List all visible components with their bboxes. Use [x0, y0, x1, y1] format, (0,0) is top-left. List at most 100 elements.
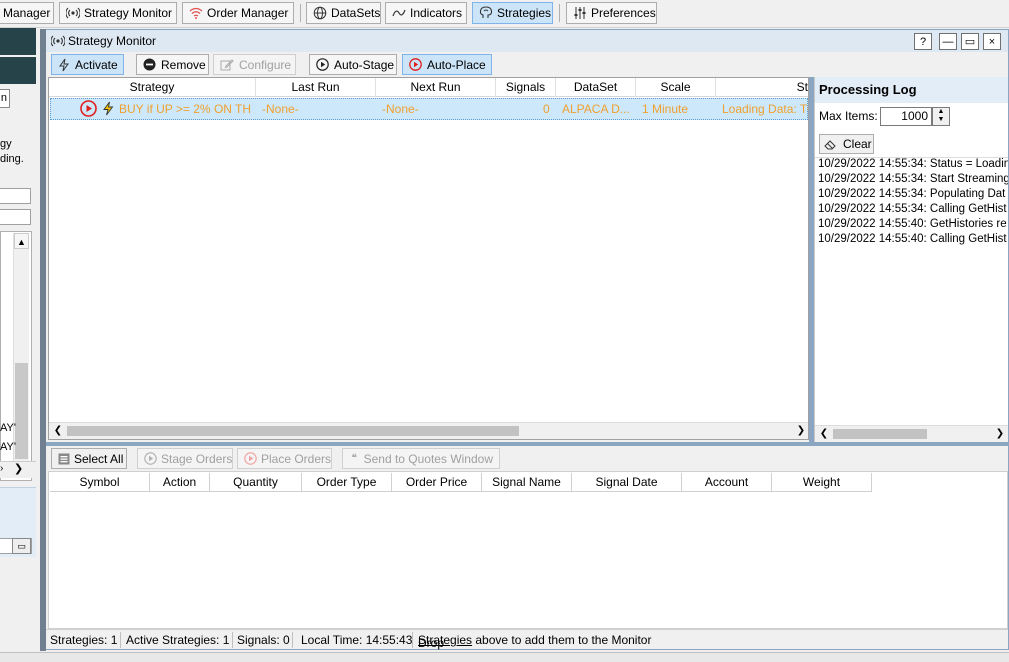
- orders-grid[interactable]: Symbol Action Quantity Order Type Order …: [48, 471, 1008, 629]
- strategy-grid[interactable]: Strategy Last Run Next Run Signals DataS…: [48, 77, 809, 440]
- sliders-icon: [573, 6, 587, 20]
- scroll-thumb[interactable]: [67, 426, 519, 436]
- select-all-icon: [58, 452, 70, 466]
- chevron-left-icon[interactable]: ❮: [50, 423, 66, 439]
- horizontal-splitter[interactable]: [46, 442, 1008, 446]
- brain-icon: [479, 6, 493, 20]
- wifi-icon: [189, 6, 203, 20]
- chevron-right-icon[interactable]: ❯: [793, 423, 808, 439]
- background-header: [0, 28, 36, 55]
- background-text: ding.: [0, 153, 24, 165]
- toolbar-separator: [300, 4, 301, 22]
- background-list-item: AY': [0, 422, 16, 434]
- window-titlebar[interactable]: Strategy Monitor: [46, 30, 1008, 52]
- toolbar-separator: [559, 4, 560, 22]
- help-button[interactable]: ?: [914, 33, 932, 50]
- column-header-quantity[interactable]: Quantity: [210, 473, 302, 492]
- auto-place-button[interactable]: Auto-Place: [402, 54, 492, 75]
- datasets-button[interactable]: DataSets: [306, 2, 381, 24]
- column-header-signal-date[interactable]: Signal Date: [572, 473, 682, 492]
- manager-label: Manager: [3, 6, 51, 20]
- processing-log-list[interactable]: 10/29/2022 14:55:34: Status = Loadin 10/…: [815, 157, 1008, 422]
- broadcast-icon: [66, 6, 80, 20]
- column-header-next-run[interactable]: Next Run: [376, 78, 496, 97]
- max-items-input[interactable]: 1000: [880, 107, 932, 126]
- background-small-button[interactable]: ▭: [12, 538, 31, 554]
- chevron-right-icon[interactable]: ❯: [992, 426, 1008, 442]
- status-active-strategies: Active Strategies: 1: [126, 633, 230, 647]
- remove-label: Remove: [161, 57, 206, 72]
- background-input[interactable]: [0, 209, 31, 225]
- configure-label: Configure: [239, 57, 292, 72]
- activate-label: Activate: [75, 57, 118, 72]
- strategy-monitor-window: Strategy Monitor ? — ▭ × Activate Remove…: [40, 29, 1009, 651]
- column-header-order-type[interactable]: Order Type: [302, 473, 392, 492]
- background-hscroll[interactable]: › ❯: [0, 461, 36, 478]
- processing-log-hscroll[interactable]: ❮ ❯: [815, 425, 1008, 442]
- background-window: n gy ding. ▲ AY' AY' › ❯ ▭: [0, 28, 36, 662]
- place-orders-button[interactable]: Place Orders: [237, 448, 332, 469]
- preferences-label: Preferences: [591, 6, 656, 20]
- remove-button[interactable]: Remove: [136, 54, 209, 75]
- background-button[interactable]: n: [0, 89, 10, 108]
- column-header-signal-name[interactable]: Signal Name: [482, 473, 572, 492]
- order-manager-label: Order Manager: [207, 6, 289, 20]
- datasets-label: DataSets: [331, 6, 381, 20]
- select-all-button[interactable]: Select All: [51, 448, 127, 469]
- minimize-button[interactable]: —: [939, 33, 957, 50]
- clear-label: Clear: [843, 137, 872, 151]
- strategy-monitor-button[interactable]: Strategy Monitor: [59, 2, 177, 24]
- column-header-status[interactable]: St: [716, 78, 808, 97]
- activate-button[interactable]: Activate: [51, 54, 124, 75]
- send-to-quotes-button[interactable]: ❝ Send to Quotes Window: [342, 448, 500, 469]
- status-strategies: Strategies: 1: [50, 633, 118, 647]
- table-row[interactable]: BUY if UP >= 2% ON THE -None- -None- 0 A…: [50, 98, 808, 120]
- max-items-spinner[interactable]: ▲ ▼: [932, 107, 950, 126]
- scale-cell: 1 Minute: [642, 102, 689, 116]
- column-header-weight[interactable]: Weight: [772, 473, 872, 492]
- column-header-strategy[interactable]: Strategy: [49, 78, 256, 97]
- column-header-dataset[interactable]: DataSet: [556, 78, 636, 97]
- column-header-action[interactable]: Action: [150, 473, 210, 492]
- configure-button[interactable]: Configure: [213, 54, 296, 75]
- column-header-signals[interactable]: Signals: [496, 78, 556, 97]
- background-input[interactable]: [0, 188, 31, 204]
- strategy-monitor-label: Strategy Monitor: [84, 6, 173, 20]
- record-play-icon[interactable]: [80, 100, 97, 120]
- column-header-account[interactable]: Account: [682, 473, 772, 492]
- chevron-right-icon[interactable]: ❯: [14, 462, 23, 475]
- background-list-item: AY': [0, 441, 16, 453]
- auto-stage-button[interactable]: Auto-Stage: [309, 54, 397, 75]
- broadcast-icon: [50, 33, 66, 49]
- order-manager-button[interactable]: Order Manager: [182, 2, 294, 24]
- status-separator: [232, 632, 233, 648]
- scroll-up-icon[interactable]: ▲: [14, 233, 29, 249]
- indicators-button[interactable]: Indicators: [385, 2, 467, 24]
- lightning-icon: [102, 101, 114, 119]
- eraser-icon: [824, 139, 838, 150]
- column-header-symbol[interactable]: Symbol: [50, 473, 150, 492]
- column-header-last-run[interactable]: Last Run: [256, 78, 376, 97]
- strategies-button[interactable]: Strategies: [472, 2, 553, 24]
- play-circle-icon: [316, 58, 329, 72]
- maximize-icon: ▭: [964, 36, 976, 48]
- chevron-left-icon[interactable]: ❮: [816, 426, 832, 442]
- close-button[interactable]: ×: [983, 33, 1001, 50]
- spin-up-icon[interactable]: ▲: [933, 108, 949, 116]
- column-header-order-price[interactable]: Order Price: [392, 473, 482, 492]
- preferences-button[interactable]: Preferences: [566, 2, 657, 24]
- status-separator: [412, 632, 413, 648]
- select-all-label: Select All: [74, 451, 124, 466]
- indicators-label: Indicators: [410, 6, 463, 20]
- column-header-scale[interactable]: Scale: [636, 78, 716, 97]
- log-line: 10/29/2022 14:55:34: Populating Dat: [818, 188, 1006, 200]
- scroll-thumb[interactable]: [15, 363, 28, 459]
- maximize-button[interactable]: ▭: [961, 33, 979, 50]
- clear-log-button[interactable]: Clear: [819, 134, 874, 154]
- wave-icon: [392, 6, 406, 20]
- spin-down-icon[interactable]: ▼: [933, 116, 949, 124]
- scroll-thumb[interactable]: [833, 429, 927, 439]
- strategy-grid-hscroll[interactable]: ❮ ❯: [49, 422, 808, 439]
- stage-orders-button[interactable]: Stage Orders: [137, 448, 233, 469]
- manager-button[interactable]: Manager: [0, 2, 54, 24]
